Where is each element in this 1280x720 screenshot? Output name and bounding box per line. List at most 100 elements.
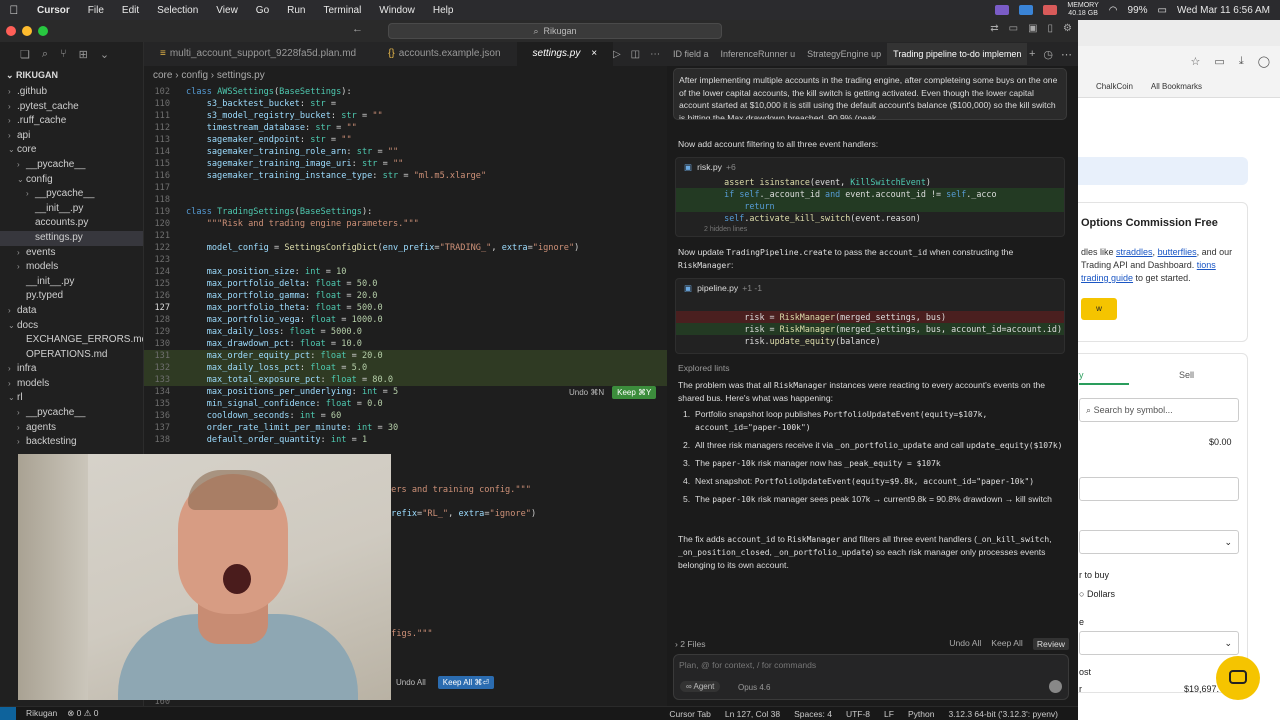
menu-edit[interactable]: Edit	[113, 5, 148, 16]
bookmark-item[interactable]: ChalkCoin	[1096, 82, 1133, 91]
breadcrumb-item[interactable]: core	[153, 70, 172, 81]
diff-card-header[interactable]: ▣ pipeline.py +1 -1	[676, 279, 1064, 297]
problems-count[interactable]: ⊗ 0 ⚠ 0	[67, 708, 98, 719]
line-ending[interactable]: LF	[884, 709, 894, 719]
chat-tab[interactable]: Trading pipeline to-do implemen	[887, 43, 1028, 65]
menu-file[interactable]: File	[79, 5, 113, 16]
clock[interactable]: Wed Mar 11 6:56 AM	[1177, 5, 1270, 16]
menu-view[interactable]: View	[207, 5, 247, 16]
zoom-window-button[interactable]	[38, 26, 48, 36]
menu-run[interactable]: Run	[278, 5, 314, 16]
explorer-root[interactable]: ⌄ RIKUGAN	[0, 66, 143, 85]
panel-icon[interactable]: ▣	[1028, 23, 1037, 34]
folder-item[interactable]: › .github	[0, 85, 143, 100]
bookmark-item[interactable]: All Bookmarks	[1151, 82, 1202, 91]
more-icon[interactable]: ⋯	[650, 49, 660, 60]
file-item[interactable]: py.typed	[0, 289, 143, 304]
file-item[interactable]: OPERATIONS.md	[0, 348, 143, 363]
folder-item[interactable]: › models	[0, 260, 143, 275]
new-chat-icon[interactable]: +	[1029, 48, 1035, 61]
folder-item[interactable]: › .pytest_cache	[0, 100, 143, 115]
editor-tab[interactable]: {} accounts.example.json	[372, 42, 516, 66]
files-icon[interactable]: ❏	[20, 48, 30, 61]
keep-all-button[interactable]: Keep All ⌘⏎	[437, 676, 495, 689]
app-status-icon[interactable]	[995, 5, 1010, 15]
remote-icon[interactable]	[0, 706, 16, 720]
review-button[interactable]: Review	[1032, 638, 1069, 650]
menu-help[interactable]: Help	[424, 5, 463, 16]
hidden-lines[interactable]: 2 hidden lines	[676, 224, 1064, 236]
apple-icon[interactable]: 	[0, 3, 28, 17]
menu-app[interactable]: Cursor	[28, 5, 79, 16]
folder-item[interactable]: › .ruff_cache	[0, 114, 143, 129]
undo-change-button[interactable]: Undo ⌘N	[565, 386, 608, 399]
folder-item[interactable]: › backtesting	[0, 435, 143, 450]
folder-item[interactable]: ⌄ config	[0, 173, 143, 188]
promo-cta-button[interactable]: w	[1081, 298, 1117, 320]
command-center-search[interactable]: ⌕ Rikugan	[388, 23, 722, 39]
undo-all-button[interactable]: Undo All	[949, 638, 981, 650]
folder-item[interactable]: › __pycache__	[0, 406, 143, 421]
changed-files-toggle[interactable]: › 2 Files	[675, 639, 706, 649]
chat-tab[interactable]: ID field a	[667, 49, 715, 59]
language-mode[interactable]: Python	[908, 709, 934, 719]
search-icon[interactable]: ⌕	[42, 48, 48, 61]
menu-selection[interactable]: Selection	[148, 5, 207, 16]
menu-go[interactable]: Go	[247, 5, 278, 16]
close-window-button[interactable]	[6, 26, 16, 36]
folder-item[interactable]: ⌄ core	[0, 143, 143, 158]
file-item[interactable]: EXCHANGE_ERRORS.md	[0, 333, 143, 348]
model-dropdown[interactable]: Opus 4.6	[738, 683, 770, 692]
breadcrumb-item[interactable]: settings.py	[217, 70, 265, 81]
send-icon[interactable]	[1049, 680, 1062, 693]
back-arrow-icon[interactable]: ←	[352, 23, 369, 35]
app-status-icon[interactable]	[1043, 5, 1058, 15]
user-prompt[interactable]: After implementing multiple accounts in …	[673, 68, 1067, 120]
keep-change-button[interactable]: Keep ⌘Y	[612, 386, 657, 399]
folder-item[interactable]: › __pycache__	[0, 187, 143, 202]
close-icon[interactable]: ×	[588, 48, 597, 59]
order-type-select[interactable]: ⌄	[1079, 530, 1239, 554]
folder-item[interactable]: › models	[0, 377, 143, 392]
quantity-input[interactable]	[1079, 477, 1239, 501]
wifi-icon[interactable]: ◠	[1109, 5, 1118, 16]
keep-all-button[interactable]: Keep All	[991, 638, 1023, 650]
composer-placeholder[interactable]: Plan, @ for context, / for commands	[679, 660, 816, 670]
editor-tab[interactable]: ≡ multi_account_support_9228fa5d.plan.md	[144, 42, 372, 66]
indentation[interactable]: Spaces: 4	[794, 709, 832, 719]
tab-sell[interactable]: Sell	[1179, 370, 1194, 380]
time-in-force-select[interactable]: ⌄	[1079, 631, 1239, 655]
download-icon[interactable]: ⤓	[1239, 55, 1244, 68]
undo-all-button[interactable]: Undo All	[392, 676, 430, 689]
workspace-name[interactable]: Rikugan	[26, 708, 57, 719]
agent-mode-dropdown[interactable]: ∞ Agent	[680, 681, 721, 692]
chevron-down-icon[interactable]: ⌄	[100, 48, 109, 61]
folder-item[interactable]: ⌄ docs	[0, 319, 143, 334]
battery-icon[interactable]: ▭	[1158, 5, 1167, 16]
more-icon[interactable]: ⋯	[1061, 48, 1072, 61]
history-icon[interactable]: ◷	[1043, 48, 1053, 61]
folder-item[interactable]: › data	[0, 304, 143, 319]
extensions-icon[interactable]: ⊞	[79, 48, 88, 61]
editor-tab[interactable]: settings.py ×	[516, 42, 613, 66]
extensions-icon[interactable]: ▭	[1214, 55, 1224, 68]
menu-window[interactable]: Window	[370, 5, 424, 16]
chat-tab[interactable]: InferenceRunner u	[715, 49, 802, 59]
app-status-icon[interactable]	[1019, 5, 1034, 15]
dollars-radio[interactable]: ○ Dollars	[1079, 589, 1115, 599]
folder-item[interactable]: › events	[0, 246, 143, 261]
settings-icon[interactable]: ⚙	[1063, 23, 1072, 34]
file-item[interactable]: accounts.py	[0, 216, 143, 231]
chat-composer[interactable]: Plan, @ for context, / for commands ∞ Ag…	[673, 654, 1069, 700]
cursor-tab-status[interactable]: Cursor Tab	[669, 709, 710, 719]
folder-item[interactable]: › agents	[0, 421, 143, 436]
layout-icon[interactable]: ▭	[1009, 23, 1018, 34]
chat-tab[interactable]: StrategyEngine up	[801, 49, 887, 59]
folder-item[interactable]: › __pycache__	[0, 158, 143, 173]
symbol-search-input[interactable]: ⌕ Search by symbol...	[1079, 398, 1239, 422]
breadcrumb-item[interactable]: config	[181, 70, 208, 81]
folder-item[interactable]: › api	[0, 129, 143, 144]
menu-terminal[interactable]: Terminal	[315, 5, 371, 16]
diff-card-header[interactable]: ▣ risk.py +6	[676, 158, 1064, 176]
explored-lints[interactable]: Explored lints	[678, 362, 730, 374]
